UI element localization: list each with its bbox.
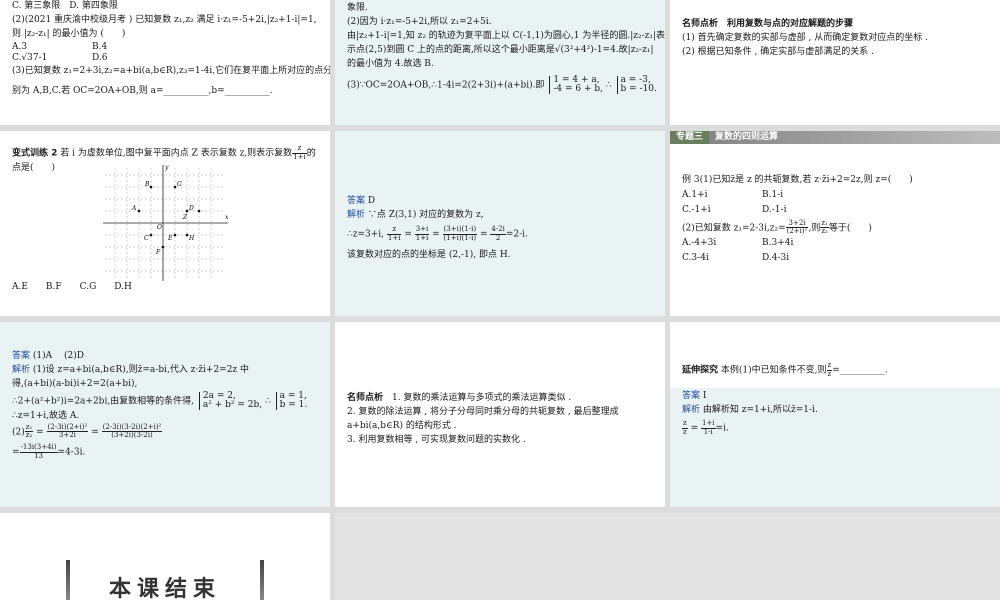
- text-line: 示点(2,5)到圆 C 上的点的距离,所以这个最小距离是√(3²+4²)-1=4…: [347, 44, 654, 55]
- slide-teacher-note-2: 名师点析 1. 复数的乘法运算与多项式的乘法运算类似 . 2. 复数的除法运算 …: [335, 322, 665, 507]
- option-grid: A.1+i B.1-i C.-1+i D.-1-i: [682, 189, 787, 215]
- text-line: ∴z=1+i,故选 A.: [12, 410, 80, 421]
- svg-text:x: x: [225, 214, 229, 221]
- question-line: 延伸探究 本例(1)中已知条件不变,则 z z̄ =__________.: [682, 361, 888, 378]
- text-line: 该复数对应的点的坐标是 (2,-1), 即点 H.: [347, 249, 511, 260]
- topic-tag: 专题三: [670, 131, 710, 144]
- svg-text:E: E: [167, 235, 173, 242]
- analysis-label: 解析: [347, 209, 366, 220]
- complex-plane-figure: x y O G B A D Z C E F H: [103, 164, 229, 281]
- svg-text:O: O: [157, 224, 162, 231]
- answer-label: 答案: [347, 196, 366, 206]
- slide-extension: 延伸探究 本例(1)中已知条件不变,则 z z̄ =__________. 答案 I …: [670, 322, 1000, 507]
- end-banner-title: 本课结束: [70, 555, 260, 600]
- answer-value: D: [367, 196, 376, 206]
- text-line: 3. 利用复数相等 , 可实现复数问题的实数化 .: [347, 434, 526, 445]
- svg-text:y: y: [164, 164, 169, 171]
- text-line: 象限.: [347, 3, 368, 13]
- option-d: D.6: [92, 52, 108, 63]
- exercise-title: 变式训练 2: [12, 148, 58, 159]
- equation-line: (2) z₁ z₂ = (2-3i)(2+i)² 3+2i = (2-3i)(3-2i…: [12, 422, 163, 440]
- text-line: (1) 首先确定复数的实部与虚部 , 从而确定复数对应点的坐标 .: [682, 32, 928, 43]
- text-line: 的最小值为 4.故选 B.: [347, 58, 434, 69]
- text-line: 得,(a+bi)(a-bi)i+2=2(a+bi),: [12, 378, 138, 389]
- analysis-line: 解析 (1)设 z=a+bi(a,b∈R),则z̄=a-bi,代入 z·z̄i+…: [12, 364, 250, 375]
- fraction: z 1+i: [292, 144, 307, 161]
- equation-result: a = -3, b = -10.: [616, 75, 657, 94]
- empty-area: [335, 513, 1000, 600]
- svg-text:Z: Z: [182, 214, 188, 221]
- equation-line: ∴2+(a²+b²)i=2a+2bi,由复数相等的条件得, 2a = 2, a² …: [12, 390, 308, 410]
- equation-line: = -13i(3+4i) 13 =4-3i.: [12, 443, 86, 461]
- text-line: 别为 A,B,C.若 OC=2OA+OB,则 a=__________,b=__…: [12, 86, 273, 97]
- therefore-symbol: ∴: [605, 80, 612, 91]
- topic-banner: 专题三 复数的四则运算: [670, 131, 1000, 144]
- text-line: 2. 复数的除法运算 , 将分子分母同时乘分母的共轭复数 , 最后整理成: [347, 406, 619, 417]
- topic-title: 复数的四则运算: [715, 131, 779, 142]
- option-grid: A.3 B.4 C.√37-1 D.6: [12, 42, 318, 64]
- slide-variant-exercise: 变式训练 2 若 i 为虚数单位,图中复平面内点 Z 表示复数 z,则表示复数 z…: [0, 131, 330, 316]
- slide-topic-three: 专题三 复数的四则运算 例 3(1)已知z̄是 z 的共轭复数,若 z·z̄i+…: [670, 131, 1000, 316]
- analysis-line: 解析 由解析知 z=1+i,所以z̄=1-i.: [682, 404, 818, 415]
- text-line: 例 3(1)已知z̄是 z 的共轭复数,若 z·z̄i+2=2z,则 z=( ): [682, 175, 913, 185]
- text-line: C. 第三象限 D. 第四象限: [12, 1, 118, 11]
- answer-line: 答案 (1)A (2)D: [12, 351, 84, 361]
- answer-options: A.E B.F C.G D.H: [12, 282, 132, 292]
- text-line: a+bi(a,b∈R) 的结构形式 .: [347, 420, 457, 431]
- svg-text:G: G: [177, 181, 182, 188]
- answer-panel: 答案 I 解析 由解析知 z=1+i,所以z̄=1-i. z z̄ = 1+i 1-…: [670, 388, 1000, 507]
- svg-text:C: C: [144, 235, 149, 242]
- slide-teacher-note: 名师点析 利用复数与点的对应解题的步骤 (1) 首先确定复数的实部与虚部 , 从…: [670, 0, 1000, 125]
- svg-text:F: F: [155, 249, 161, 256]
- slide-variant-solution: 答案 D 解析 ∵点 Z(3,1) 对应的复数为 z, ∴z=3+i, z 1+i…: [335, 131, 665, 316]
- text-line: (2) 根据已知条件 , 确定实部与虚部满足的关系 .: [682, 46, 874, 57]
- option-b: B.4: [92, 41, 108, 52]
- equation-line: ∴z=3+i, z 1+i = 3+i 1+i = (3+i)(1-i) (1+i)(…: [347, 224, 528, 242]
- svg-text:A: A: [131, 205, 137, 212]
- svg-text:H: H: [188, 235, 195, 242]
- question-line: 变式训练 2 若 i 为虚数单位,图中复平面内点 Z 表示复数 z,则表示复数 z…: [12, 144, 316, 161]
- text-line: (2)因为 i·z₁=-5+2i,所以 z₁=2+5i.: [347, 16, 492, 27]
- slide-problem-part: C. 第三象限 D. 第四象限 (2)(2021 重庆渝中校级月考 ) 已知复数…: [0, 0, 330, 125]
- svg-text:B: B: [144, 181, 150, 188]
- answer-line: 答案 D: [347, 195, 653, 209]
- answer-line: 答案 I: [682, 391, 707, 401]
- text-line: 由|z₂+1-i|=1,知 z₂ 的轨迹为复平面上以 C(-1,1)为圆心,1 …: [347, 30, 665, 41]
- analysis-line: 解析 ∵点 Z(3,1) 对应的复数为 z,: [347, 209, 484, 220]
- equation-line: z z̄ = 1+i 1-i =i.: [682, 418, 729, 436]
- equation-system: 1 = 4 + a, -4 = 6 + b,: [549, 75, 603, 94]
- svg-text:D: D: [188, 205, 194, 212]
- text-line: (3)已知复数 z₁=2+3i,z₂=a+bi(a,b∈R),z₃=1-4i,它…: [12, 66, 330, 77]
- note-line: 名师点析 1. 复数的乘法运算与多项式的乘法运算类似 .: [347, 393, 572, 403]
- question-line: (2)已知复数 z₁=2-3i,z₂= 3+2i (2+i)² ,则 z₁ z₂ 等于( ): [682, 218, 872, 236]
- option-c: C.√37-1: [12, 52, 48, 63]
- note-title: 名师点析 利用复数与点的对应解题的步骤: [682, 19, 854, 29]
- slide-solution-part: 象限. (2)因为 i·z₁=-5+2i,所以 z₁=2+5i. 由|z₂+1-…: [335, 0, 665, 125]
- option-a: A.3: [12, 41, 28, 52]
- equation-line: (3)∵OC=2OA+OB,∴1-4i=2(2+3i)+(a+bi).即 1 =…: [347, 75, 657, 94]
- text-line: (2)(2021 重庆渝中校级月考 ) 已知复数 z₁,z₂ 满足 i·z₁=-…: [12, 14, 317, 25]
- text-line: (3)∵OC=2OA+OB,∴1-4i=2(2+3i)+(a+bi).即: [347, 80, 545, 91]
- slide-example-solution: 答案 (1)A (2)D 解析 (1)设 z=a+bi(a,b∈R),则z̄=a…: [0, 322, 330, 507]
- option-grid: A.-4+3i B.3+4i C.3-4i D.4-3i: [682, 238, 794, 264]
- text-line: 则 |z₂-z₁| 的最小值为 ( ): [12, 28, 126, 39]
